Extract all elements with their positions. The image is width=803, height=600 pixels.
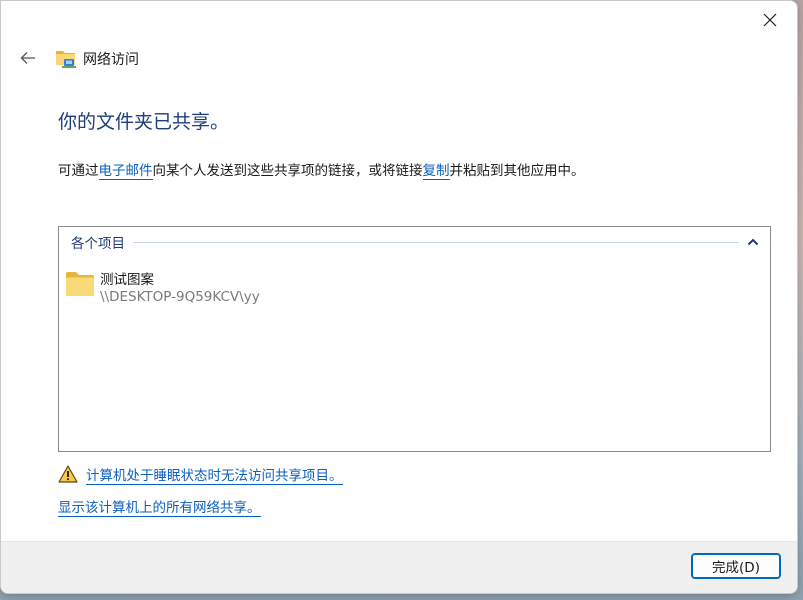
desc-middle: 向某个人发送到这些共享项的链接，或将链接 [152, 163, 423, 179]
item-name: 测试图案 [100, 272, 154, 288]
chevron-up-icon [747, 238, 759, 246]
network-folder-icon [56, 51, 76, 68]
shared-items-list: 各个项目 测试图案 \\DESKTOP-9Q59KCV\yy [58, 226, 771, 452]
email-link[interactable]: 电子邮件 [98, 163, 153, 180]
collapse-group-button[interactable] [745, 234, 761, 250]
folder-icon [66, 272, 94, 296]
group-label: 各个项目 [71, 236, 125, 252]
group-header: 各个项目 [71, 233, 761, 252]
window-title: 网络访问 [83, 52, 139, 68]
done-button[interactable]: 完成(D) [691, 553, 781, 579]
close-button[interactable] [753, 5, 787, 35]
arrow-left-icon [20, 52, 35, 64]
copy-link[interactable]: 复制 [422, 163, 450, 180]
back-button[interactable] [15, 45, 41, 71]
group-divider [133, 241, 739, 243]
warning-icon [58, 465, 78, 483]
close-icon [763, 13, 777, 27]
page-heading: 你的文件夹已共享。 [58, 111, 230, 133]
sleep-warning: 计算机处于睡眠状态时无法访问共享项目。 [58, 464, 343, 485]
show-all-shares-link[interactable]: 显示该计算机上的所有网络共享。 [58, 496, 261, 517]
share-description: 可通过电子邮件向某个人发送到这些共享项的链接，或将链接复制并粘贴到其他应用中。 [58, 159, 585, 180]
list-item[interactable]: 测试图案 \\DESKTOP-9Q59KCV\yy [65, 267, 325, 311]
network-access-dialog: 网络访问 你的文件夹已共享。 可通过电子邮件向某个人发送到这些共享项的链接，或将… [0, 0, 798, 594]
dialog-footer: 完成(D) [1, 541, 797, 593]
desc-prefix: 可通过 [58, 163, 99, 179]
item-path: \\DESKTOP-9Q59KCV\yy [100, 289, 260, 305]
desc-suffix: 并粘贴到其他应用中。 [449, 163, 585, 179]
sleep-warning-link[interactable]: 计算机处于睡眠状态时无法访问共享项目。 [86, 464, 343, 485]
